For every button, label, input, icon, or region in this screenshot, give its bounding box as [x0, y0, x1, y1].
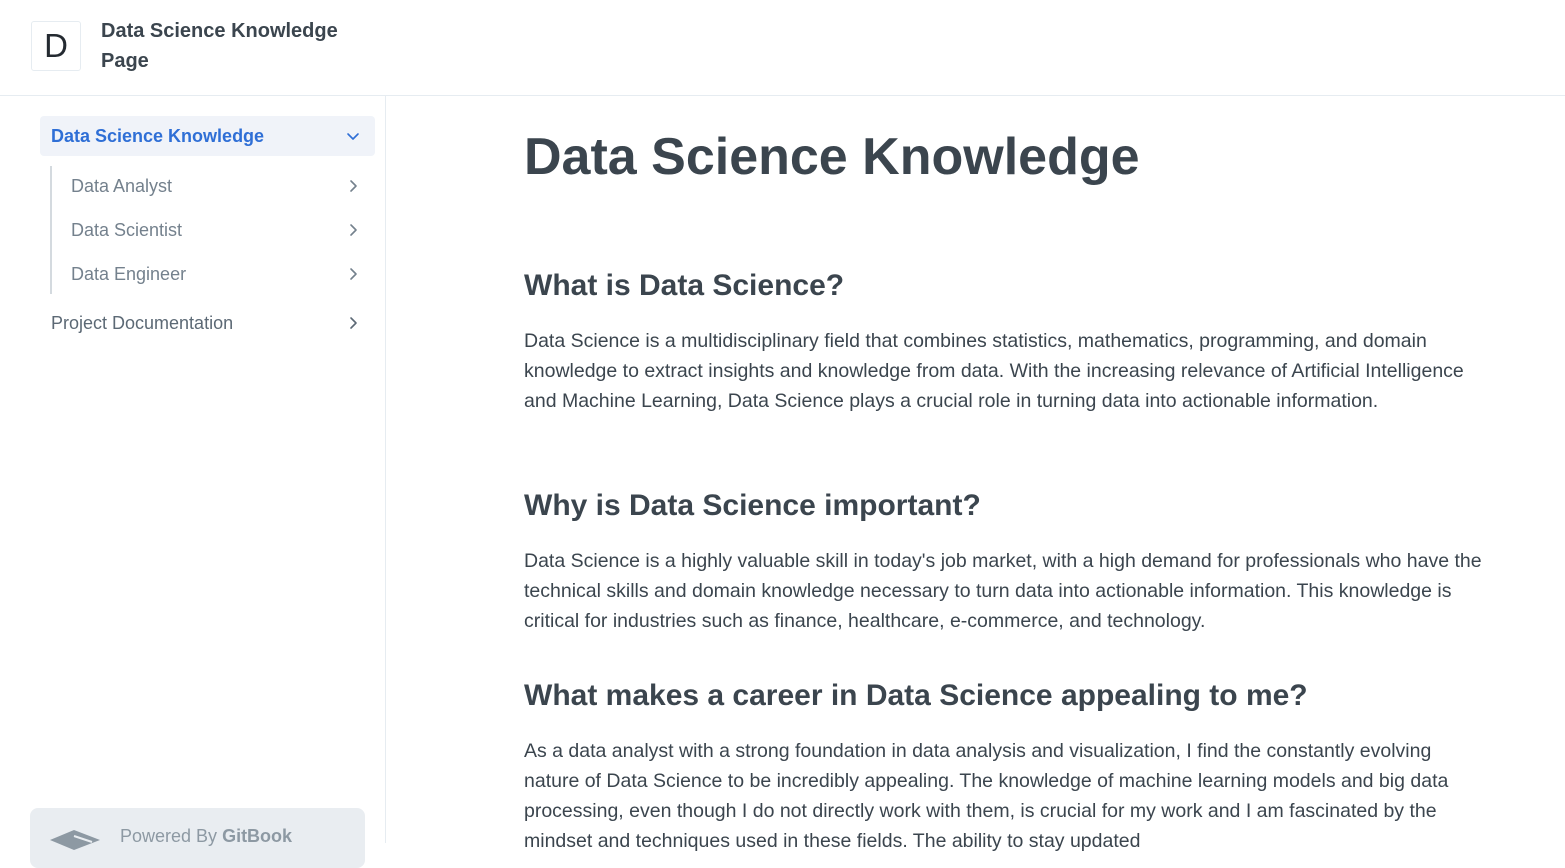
chevron-right-icon: [345, 178, 361, 194]
section-paragraph: As a data analyst with a strong foundati…: [524, 740, 1449, 852]
section-heading: Why is Data Science important?: [524, 489, 981, 522]
powered-by-prefix: Powered By: [120, 826, 218, 846]
powered-by-brand: GitBook: [222, 826, 293, 846]
chevron-right-icon: [345, 222, 361, 238]
section-heading: What makes a career in Data Science appe…: [524, 679, 1308, 712]
gitbook-icon: [48, 826, 104, 850]
site-logo[interactable]: D: [31, 21, 81, 71]
logo-letter: D: [44, 27, 68, 64]
sidebar-item-data-analyst[interactable]: Data Analyst: [60, 166, 375, 206]
chevron-right-icon: [345, 315, 361, 331]
chevron-right-icon: [345, 266, 361, 282]
sidebar-item-project-documentation[interactable]: Project Documentation: [40, 303, 375, 343]
sidebar-item-data-science-knowledge[interactable]: Data Science Knowledge: [40, 116, 375, 156]
sidebar-item-label: Project Documentation: [51, 312, 234, 333]
page-title: Data Science Knowledge: [524, 128, 1140, 186]
sidebar-item-label: Data Science Knowledge: [51, 125, 265, 146]
sidebar-item-label: Data Engineer: [71, 263, 187, 284]
sidebar-item-data-engineer[interactable]: Data Engineer: [60, 254, 375, 294]
top-header: D Data Science Knowledge Page: [0, 0, 1565, 96]
sidebar-item-label: Data Scientist: [71, 219, 183, 240]
sidebar: Data Science Knowledge Data Analyst Data…: [0, 96, 386, 868]
sidebar-item-data-scientist[interactable]: Data Scientist: [60, 210, 375, 250]
sidebar-item-label: Data Analyst: [71, 175, 173, 196]
subnav-guide-line: [50, 166, 52, 294]
powered-by-gitbook[interactable]: Powered By GitBook: [30, 808, 365, 868]
section-paragraph: Data Science is a highly valuable skill …: [524, 550, 1482, 632]
site-title[interactable]: Data Science Knowledge Page: [101, 16, 361, 76]
chevron-down-icon: [345, 128, 361, 144]
section-heading: What is Data Science?: [524, 269, 845, 302]
section-paragraph: Data Science is a multidisciplinary fiel…: [524, 330, 1464, 412]
